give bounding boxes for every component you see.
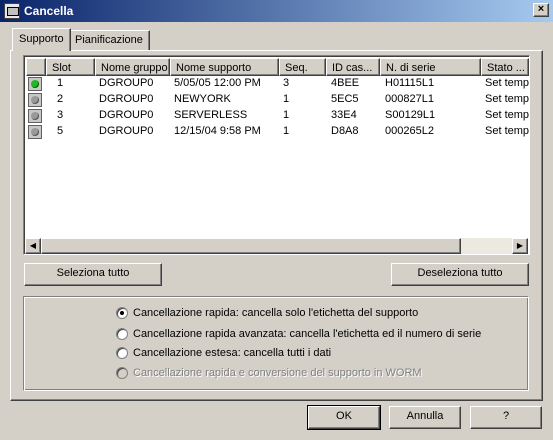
tab-pianificazione[interactable]: Pianificazione <box>68 30 150 50</box>
arrow-left-icon: ◀ <box>29 241 37 250</box>
column-header-slot[interactable]: Slot <box>46 58 95 76</box>
status-offline-icon <box>28 93 42 107</box>
cell-serial: H01115L1 <box>385 77 435 89</box>
cell-id: D8A8 <box>331 125 359 137</box>
window-title: Cancella <box>24 4 74 18</box>
cell-media: SERVERLESS <box>174 109 248 121</box>
table-row[interactable]: 1 DGROUP0 5/05/05 12:00 PM 3 4BEE H01115… <box>26 76 529 92</box>
cell-media: NEWYORK <box>174 93 231 105</box>
option-label: Cancellazione rapida e conversione del s… <box>133 367 422 379</box>
cell-state: Set tempo <box>485 93 529 105</box>
option-label: Cancellazione rapida: cancella solo l'et… <box>133 307 419 319</box>
cell-group: DGROUP0 <box>99 125 154 137</box>
cancel-button[interactable]: Annulla <box>389 406 461 429</box>
cell-id: 33E4 <box>331 109 357 121</box>
radio-button[interactable] <box>116 347 128 359</box>
status-offline-icon <box>28 109 42 123</box>
cell-seq: 3 <box>283 77 290 89</box>
tab-supporto[interactable]: Supporto <box>12 28 71 51</box>
cell-seq: 1 <box>283 125 290 137</box>
column-header-status[interactable] <box>26 58 46 76</box>
cell-group: DGROUP0 <box>99 93 154 105</box>
table-row[interactable]: 5 DGROUP0 12/15/04 9:58 PM 1 D8A8 000265… <box>26 124 529 140</box>
cell-seq: 1 <box>283 93 290 105</box>
cell-serial: 000265L2 <box>385 125 434 137</box>
column-header-group[interactable]: Nome gruppo <box>95 58 170 76</box>
status-offline-icon <box>28 125 42 139</box>
cell-slot: 3 <box>57 109 64 121</box>
radio-button <box>116 367 128 379</box>
table-row[interactable]: 2 DGROUP0 NEWYORK 1 5EC5 000827L1 Set te… <box>26 92 529 108</box>
radio-button[interactable] <box>116 307 128 319</box>
cell-group: DGROUP0 <box>99 77 154 89</box>
select-all-button[interactable]: Seleziona tutto <box>24 263 162 286</box>
help-button[interactable]: ? <box>470 406 542 429</box>
cell-group: DGROUP0 <box>99 109 154 121</box>
cell-state: Set tempo <box>485 77 529 89</box>
horizontal-scrollbar[interactable]: ◀ ▶ <box>25 238 528 254</box>
scroll-thumb[interactable] <box>41 238 461 254</box>
table-row[interactable]: 3 DGROUP0 SERVERLESS 1 33E4 S00129L1 Set… <box>26 108 529 124</box>
option-label: Cancellazione estesa: cancella tutti i d… <box>133 347 332 359</box>
scroll-right-button[interactable]: ▶ <box>512 238 528 254</box>
cell-media: 5/05/05 12:00 PM <box>174 77 261 89</box>
option-label: Cancellazione rapida avanzata: cancella … <box>133 328 482 340</box>
ok-button[interactable]: OK <box>307 405 381 430</box>
cell-state: Set tempo <box>485 109 529 121</box>
scroll-left-button[interactable]: ◀ <box>25 238 41 254</box>
app-window-icon <box>4 3 20 19</box>
radio-button[interactable] <box>116 328 128 340</box>
column-header-serial[interactable]: N. di serie <box>380 58 481 76</box>
column-header-id[interactable]: ID cas... <box>326 58 380 76</box>
column-header-state[interactable]: Stato ... <box>481 58 529 76</box>
cell-slot: 2 <box>57 93 64 105</box>
title-bar: Cancella × <box>0 0 553 22</box>
deselect-all-button[interactable]: Deseleziona tutto <box>391 263 529 286</box>
cell-state: Set tempo <box>485 125 529 137</box>
cell-serial: 000827L1 <box>385 93 434 105</box>
arrow-right-icon: ▶ <box>516 241 524 250</box>
cell-seq: 1 <box>283 109 290 121</box>
column-header-seq[interactable]: Seq. <box>279 58 326 76</box>
cell-slot: 1 <box>57 77 64 89</box>
cell-media: 12/15/04 9:58 PM <box>174 125 261 137</box>
cell-id: 4BEE <box>331 77 360 89</box>
column-header-media[interactable]: Nome supporto <box>170 58 279 76</box>
media-list[interactable]: Slot Nome gruppo Nome supporto Seq. ID c… <box>23 55 530 255</box>
close-button[interactable]: × <box>533 3 549 17</box>
cell-id: 5EC5 <box>331 93 359 105</box>
cell-slot: 5 <box>57 125 64 137</box>
cell-serial: S00129L1 <box>385 109 436 121</box>
status-online-icon <box>28 77 42 91</box>
